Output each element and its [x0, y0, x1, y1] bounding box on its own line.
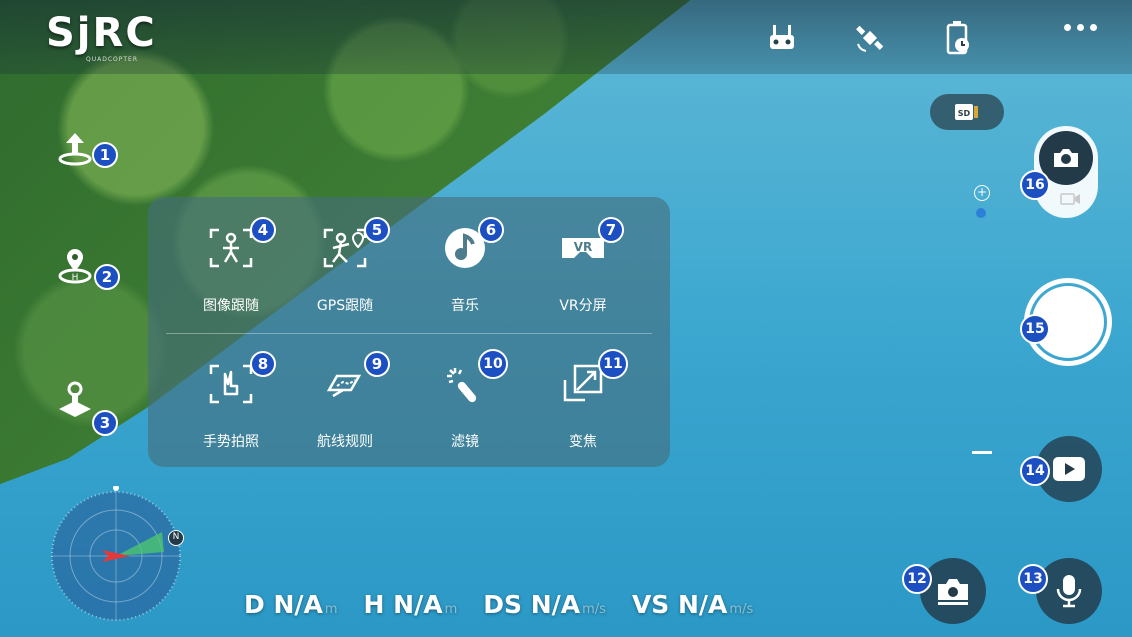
menu-item-label: GPS跟随: [316, 298, 374, 314]
badge-15: 15: [1020, 314, 1050, 344]
menu-item-label: VR分屏: [559, 298, 607, 314]
microphone-icon: [1056, 575, 1082, 608]
joystick-icon: [59, 381, 91, 417]
menu-item-label: 图像跟随: [203, 298, 259, 314]
menu-item-route-plan[interactable]: 9 航线规则: [290, 339, 400, 450]
zoom-level-indicator[interactable]: [976, 208, 986, 218]
takeoff-icon: [58, 133, 92, 166]
telemetry-height: H N/A m: [363, 590, 458, 619]
satellite-gps-icon[interactable]: [852, 20, 888, 56]
menu-item-music[interactable]: 6 音乐: [410, 203, 520, 314]
badge-9: 9: [364, 351, 390, 377]
badge-5: 5: [364, 217, 390, 243]
badge-6: 6: [478, 217, 504, 243]
menu-item-gesture-photo[interactable]: 8 手势拍照: [176, 339, 286, 450]
badge-2: 2: [94, 264, 120, 290]
menu-item-label: 音乐: [451, 298, 479, 314]
return-home-icon: H: [58, 249, 92, 284]
telemetry-bar: D N/A m H N/A m DS N/A m/s VS N/A m/s: [244, 590, 753, 619]
more-options-icon[interactable]: [1064, 24, 1097, 31]
return-home-button[interactable]: H 2: [48, 240, 120, 294]
svg-text:VR: VR: [574, 240, 593, 254]
badge-12: 12: [902, 564, 932, 594]
gesture-photo-icon: [206, 359, 256, 409]
menu-item-gps-follow[interactable]: 5 GPS跟随: [290, 203, 400, 314]
badge-3: 3: [92, 410, 118, 436]
brand-logo: SjRC: [46, 10, 157, 56]
compass-north-marker: N: [168, 530, 184, 546]
brand-logo-subtext: QUADCOPTER: [86, 56, 138, 63]
menu-item-zoom[interactable]: 11 变焦: [528, 339, 638, 450]
badge-8: 8: [250, 351, 276, 377]
joystick-button[interactable]: 3: [48, 374, 118, 436]
gps-follow-icon: [320, 223, 370, 273]
sd-card-indicator[interactable]: SD: [930, 94, 1004, 130]
photo-album-button[interactable]: [920, 558, 986, 624]
badge-10: 10: [478, 349, 508, 379]
play-icon: [1053, 457, 1085, 481]
top-bar: SjRC QUADCOPTER: [0, 0, 1132, 74]
route-plan-icon: [320, 359, 370, 409]
badge-11: 11: [598, 349, 628, 379]
takeoff-button[interactable]: 1: [48, 122, 118, 176]
menu-item-filter[interactable]: 10 滤镜: [410, 339, 520, 450]
telemetry-horizontal-speed: DS N/A m/s: [483, 590, 606, 619]
microphone-button[interactable]: [1036, 558, 1102, 624]
badge-14: 14: [1020, 456, 1050, 486]
menu-item-label: 航线规则: [317, 434, 373, 450]
zoom-out-icon[interactable]: [972, 451, 992, 454]
badge-13: 13: [1018, 564, 1048, 594]
menu-divider: [166, 333, 652, 334]
image-follow-icon: [206, 223, 256, 273]
badge-4: 4: [250, 217, 276, 243]
telemetry-vertical-speed: VS N/A m/s: [631, 590, 754, 619]
badge-7: 7: [598, 217, 624, 243]
menu-item-vr-split[interactable]: VR 7 VR分屏: [528, 203, 638, 314]
menu-item-image-follow[interactable]: 4 图像跟随: [176, 203, 286, 314]
telemetry-distance: D N/A m: [244, 590, 338, 619]
menu-item-label: 手势拍照: [203, 434, 259, 450]
svg-text:SD: SD: [958, 109, 971, 118]
svg-text:H: H: [72, 273, 79, 283]
menu-item-label: 滤镜: [451, 434, 479, 450]
remote-controller-icon[interactable]: [764, 20, 800, 56]
camera-icon: [938, 579, 968, 605]
sd-card-icon: SD: [955, 104, 978, 120]
feature-menu-panel: 4 图像跟随 5 GPS跟随 6 音乐 VR 7 VR分屏 8 手势拍照 9 航…: [148, 197, 670, 467]
compass-radar: N: [46, 485, 186, 626]
battery-timer-icon[interactable]: [940, 20, 976, 56]
badge-16: 16: [1020, 170, 1050, 200]
menu-item-label: 变焦: [569, 434, 597, 450]
badge-1: 1: [92, 142, 118, 168]
zoom-in-icon[interactable]: +: [974, 185, 990, 201]
video-mode-icon[interactable]: [1060, 192, 1082, 206]
